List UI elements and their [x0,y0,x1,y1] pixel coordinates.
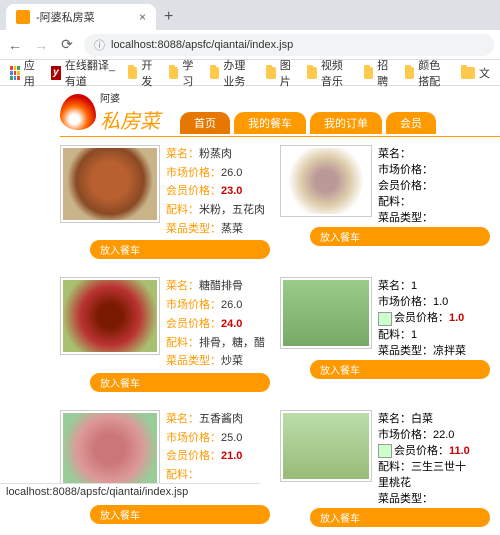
bookmark-folder[interactable]: 开发 [124,55,161,91]
bookmark-folder[interactable]: 视频音乐 [303,55,355,91]
dish-image[interactable] [60,410,160,488]
add-to-cart-button[interactable]: 放入餐车 [90,240,270,259]
dish-image[interactable] [60,277,160,355]
reload-icon[interactable]: ⟳ [58,36,76,53]
dish-image[interactable] [60,145,160,223]
nav-orders[interactable]: 我的订单 [310,112,382,134]
url-text: localhost:8088/apsfc/qiantai/index.jsp [111,39,293,51]
apps-icon [10,66,20,80]
page-content: 阿婆 私房菜 首页 我的餐车 我的订单 会员 菜名：粉蒸肉 市场价格：26.0 … [0,86,500,535]
logo[interactable]: 阿婆 私房菜 [60,90,160,134]
add-to-cart-button[interactable]: 放入餐车 [90,505,270,524]
forward-icon[interactable]: → [32,37,50,53]
bookmark-folder[interactable]: 学习 [165,55,202,91]
site-info-icon[interactable]: ⓘ [94,37,105,53]
folder-icon [169,67,179,79]
site-header: 阿婆 私房菜 首页 我的餐车 我的订单 会员 [60,90,500,137]
dish-card: 菜名：白菜 市场价格：22.0 会员价格：11.0 配料：三生三世十里桃花 菜品… [280,410,490,506]
folder-icon [128,67,138,79]
dish-image[interactable] [280,410,372,482]
apps-button[interactable]: 应用 [6,55,43,91]
bookmark-folder[interactable]: 招聘 [360,55,397,91]
main-nav: 首页 我的餐车 我的订单 会员 [180,112,436,134]
browser-tab[interactable]: -阿婆私房菜 × [6,4,156,30]
tab-strip: -阿婆私房菜 × + [0,0,500,30]
dish-image[interactable] [280,277,372,349]
dish-card: 菜名：糖醋排骨 市场价格：26.0 会员价格：24.0 配料：排骨，糖，醋 菜品… [60,277,270,370]
dish-grid: 菜名：粉蒸肉 市场价格：26.0 会员价格：23.0 配料：米粉，五花肉 菜品类… [60,145,500,535]
add-to-cart-button[interactable]: 放入餐车 [310,227,490,246]
nav-member[interactable]: 会员 [386,112,436,134]
folder-icon [461,67,475,79]
dish-card: 菜名： 市场价格： 会员价格： 配料： 菜品类型： [280,145,490,225]
bookmark-folder[interactable]: 文 [457,63,494,83]
folder-icon [210,67,220,79]
nav-home[interactable]: 首页 [180,112,230,134]
new-tab-button[interactable]: + [156,4,181,30]
status-bar: localhost:8088/apsfc/qiantai/index.jsp [0,483,260,500]
back-icon[interactable]: ← [6,37,24,53]
tab-title: -阿婆私房菜 [36,9,95,25]
add-to-cart-button[interactable]: 放入餐车 [310,360,490,379]
bookmark-folder[interactable]: 办理业务 [206,55,258,91]
bookmark-folder[interactable]: 颜色搭配 [401,55,453,91]
favicon [16,10,30,24]
nav-cart[interactable]: 我的餐车 [234,112,306,134]
dish-card: 菜名：粉蒸肉 市场价格：26.0 会员价格：23.0 配料：米粉，五花肉 菜品类… [60,145,270,238]
close-icon[interactable]: × [139,10,146,24]
bookmarks-bar: 应用 y 在线翻译_有道 开发 学习 办理业务 图片 视频音乐 招聘 颜色搭配 … [0,60,500,86]
bookmark-folder[interactable]: 图片 [262,55,299,91]
folder-icon [307,67,317,79]
add-to-cart-button[interactable]: 放入餐车 [310,508,490,527]
folder-icon [266,67,276,79]
flame-icon [60,94,96,130]
dish-image[interactable] [280,145,372,217]
bookmark-youdao[interactable]: y 在线翻译_有道 [47,55,120,91]
brand-text: 私房菜 [100,105,160,134]
add-to-cart-button[interactable]: 放入餐车 [90,373,270,392]
youdao-icon: y [51,66,61,80]
folder-icon [364,67,374,79]
dish-card: 菜名：1 市场价格：1.0 会员价格：1.0 配料：1 菜品类型：凉拌菜 [280,277,490,357]
folder-icon [405,67,415,79]
brand-small: 阿婆 [100,90,160,105]
address-bar[interactable]: ⓘ localhost:8088/apsfc/qiantai/index.jsp [84,34,494,56]
